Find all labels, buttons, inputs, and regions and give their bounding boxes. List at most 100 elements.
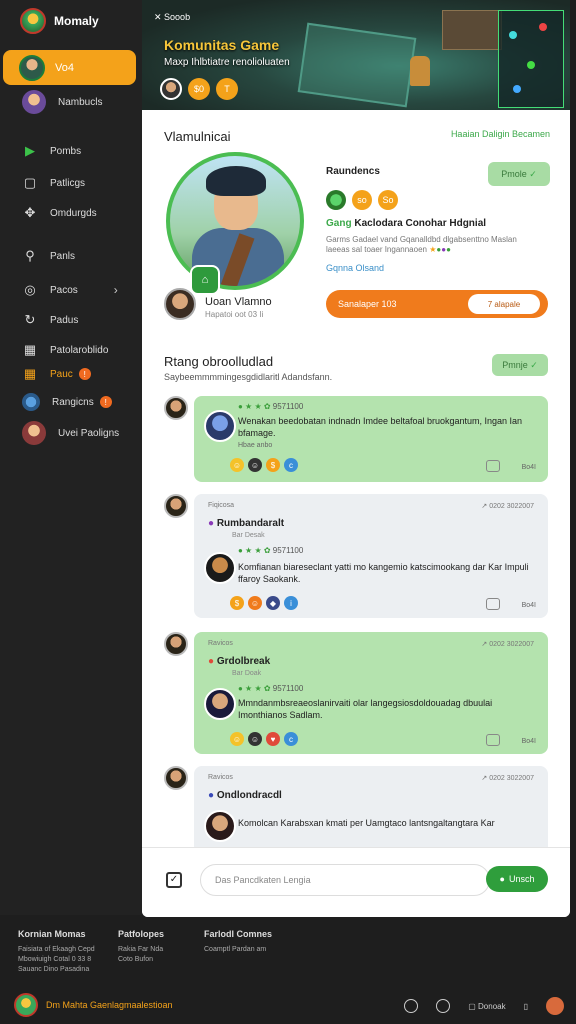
emoji-icon[interactable]: ☺ bbox=[230, 458, 244, 472]
eye-icon[interactable] bbox=[436, 999, 451, 1013]
post-stats: ● ★ ★ ✿ 9571100 bbox=[238, 546, 303, 555]
lock-icon[interactable]: ▯ bbox=[524, 1002, 528, 1011]
footer-field[interactable]: ▢ Donoak bbox=[468, 1002, 505, 1011]
sidebar-item-pauc[interactable]: ▦ Pauc ! bbox=[22, 366, 91, 382]
profile-avatar[interactable] bbox=[166, 152, 304, 290]
action-bar[interactable]: Sanalaper 103 7 alapale bbox=[326, 290, 548, 318]
emoji-icon[interactable]: ☺ bbox=[248, 732, 262, 746]
comment-icon[interactable] bbox=[486, 598, 500, 610]
avatar[interactable] bbox=[204, 810, 236, 842]
coin-icon[interactable]: $0 bbox=[188, 78, 210, 100]
sidebar-item-patolaroblido[interactable]: ▦ Patolaroblido bbox=[22, 342, 109, 358]
avatar[interactable] bbox=[164, 766, 188, 790]
footer-col-title: Patfolopes bbox=[118, 929, 165, 939]
heart-icon[interactable]: ♥ bbox=[266, 732, 280, 746]
banner-icon-row: $0 T bbox=[160, 78, 238, 100]
grid-icon: ▦ bbox=[23, 366, 37, 381]
avatar[interactable] bbox=[204, 688, 236, 720]
user-avatar[interactable] bbox=[546, 997, 564, 1015]
info-icon[interactable]: i bbox=[284, 596, 298, 610]
message-input[interactable]: Das Pancdkaten Lengia bbox=[200, 864, 490, 896]
post-author-sub: Bar Desak bbox=[232, 532, 265, 539]
coin-icon[interactable]: so bbox=[352, 190, 372, 210]
post-count: Bo4I bbox=[521, 602, 536, 609]
post-author: ● Rumbandaralt bbox=[208, 518, 284, 529]
footer-link[interactable]: Coto Bufon bbox=[118, 955, 164, 965]
action-bar-label: Sanalaper 103 bbox=[338, 299, 397, 309]
comment-icon[interactable] bbox=[486, 734, 500, 746]
emoji-icon[interactable]: ☺ bbox=[248, 458, 262, 472]
info-link[interactable]: Gqnna Olsand bbox=[326, 263, 384, 273]
banner-subtitle: Maxp Ihlbtiatre renolioluaten bbox=[164, 57, 290, 68]
footer-col-title: Kornian Momas bbox=[18, 929, 86, 939]
coin-icon[interactable]: $ bbox=[266, 458, 280, 472]
post-card[interactable]: ● ★ ★ ✿ 9571100 Wenakan beedobatan indna… bbox=[194, 396, 548, 482]
check-icon: ✓ bbox=[530, 359, 538, 370]
trophy-icon[interactable]: T bbox=[216, 78, 238, 100]
post-card[interactable]: Ravicos ↗ 0202 3022007 ● Grdolbreak Bar … bbox=[194, 632, 548, 754]
avatar[interactable] bbox=[204, 552, 236, 584]
sidebar-item-label: Padus bbox=[50, 314, 79, 326]
sidebar-item-pacos[interactable]: ◎ Pacos › bbox=[22, 282, 118, 298]
avatar[interactable] bbox=[164, 494, 188, 518]
author-avatar[interactable] bbox=[164, 288, 196, 320]
sidebar-item-patlicgs[interactable]: ▢ Patlicgs bbox=[22, 175, 85, 191]
sidebar-item-panls[interactable]: ⚲ Panls bbox=[22, 248, 75, 264]
send-button[interactable]: ● Unsch bbox=[486, 866, 548, 892]
back-label: Sooob bbox=[164, 12, 191, 22]
footer-link[interactable]: Faisiata of Ekaagh Cepd bbox=[18, 945, 95, 955]
emoji-icon[interactable]: ☺ bbox=[248, 596, 262, 610]
settings-icon[interactable] bbox=[404, 999, 419, 1013]
coin-icon[interactable]: So bbox=[378, 190, 398, 210]
sidebar-item-label: Pombs bbox=[50, 145, 82, 157]
sidebar-item-omdurgds[interactable]: ✥ Omdurgds bbox=[22, 205, 97, 221]
sidebar-item-pombs[interactable]: ▶ Pombs bbox=[22, 143, 81, 159]
emoji-icon[interactable]: ☺ bbox=[230, 732, 244, 746]
avatar-icon[interactable] bbox=[160, 78, 182, 100]
post-card[interactable]: Ravicos ↗ 0202 3022007 ● Ondlondracdl Ko… bbox=[194, 766, 548, 856]
sidebar-item-nambucls[interactable]: Nambucls bbox=[22, 90, 102, 114]
sidebar-item-rangicns[interactable]: Rangicns ! bbox=[22, 393, 112, 411]
footer-col-3: Farlodl Comnes Coamptl Pardan am bbox=[204, 929, 272, 955]
comment-icon[interactable] bbox=[486, 460, 500, 472]
sidebar-item-label: Panls bbox=[50, 250, 76, 262]
map-tile bbox=[297, 22, 417, 108]
avatar[interactable] bbox=[164, 396, 188, 420]
sidebar-item-padus[interactable]: ↻ Padus bbox=[22, 312, 79, 328]
checkbox[interactable]: ✓ bbox=[166, 872, 182, 888]
footer-link[interactable]: Rakia Far Nda bbox=[118, 945, 164, 955]
profile-button[interactable]: Pmole ✓ bbox=[488, 162, 550, 186]
footer-link[interactable]: Coamptl Pardan am bbox=[204, 945, 272, 955]
footer-col-1: Kornian Momas Faisiata of Ekaagh Cepd Mb… bbox=[18, 929, 95, 974]
sidebar-item-label: Uvei Paoligns bbox=[58, 427, 120, 439]
footer-link[interactable]: Sauanc Dino Pasadina bbox=[18, 965, 95, 975]
sidebar-item-label: Rangicns bbox=[52, 396, 94, 408]
game-banner: ✕ Sooob Komunitas Game Maxp Ihlbtiatre r… bbox=[142, 0, 570, 110]
sidebar-item-active[interactable]: Vo4 bbox=[3, 50, 136, 85]
composer: ✓ Das Pancdkaten Lengia ● Unsch bbox=[142, 847, 570, 917]
footer-brand[interactable]: Dm Mahta Gaenlagmaalestioan bbox=[14, 993, 173, 1017]
avatar[interactable] bbox=[204, 410, 236, 442]
coin-icon[interactable]: $ bbox=[230, 596, 244, 610]
back-link[interactable]: ✕ Sooob bbox=[154, 12, 190, 23]
minimap[interactable] bbox=[498, 10, 564, 108]
header-link[interactable]: Haaian Daligin Becamen bbox=[451, 129, 550, 139]
sidebar-item-uvei-paoligns[interactable]: Uvei Paoligns bbox=[22, 421, 119, 445]
info-icon[interactable]: c bbox=[284, 458, 298, 472]
post-card[interactable]: Fiqicosa ↗ 0202 3022007 ● Rumbandaralt B… bbox=[194, 494, 548, 618]
footer-link[interactable]: Mbowiuigh Cotal 0 33 8 bbox=[18, 955, 95, 965]
avatar-icon[interactable] bbox=[326, 190, 346, 210]
chevron-right-icon: › bbox=[113, 283, 118, 297]
section-button-label: Pmnje bbox=[502, 360, 528, 370]
game-character bbox=[410, 56, 430, 86]
section-subtitle: Saybeemmmmingesgdidlaritl Adandsfann. bbox=[164, 372, 333, 382]
info-icon[interactable]: c bbox=[284, 732, 298, 746]
footer: Kornian Momas Faisiata of Ekaagh Cepd Mb… bbox=[0, 917, 576, 1024]
brand[interactable]: Momaly bbox=[20, 8, 99, 34]
post-author: ● Ondlondracdl bbox=[208, 790, 282, 801]
action-bar-pill[interactable]: 7 alapale bbox=[468, 294, 540, 314]
avatar-hair bbox=[206, 166, 266, 196]
shield-icon[interactable]: ◆ bbox=[266, 596, 280, 610]
section-button[interactable]: Pmnje ✓ bbox=[492, 354, 548, 376]
avatar[interactable] bbox=[164, 632, 188, 656]
